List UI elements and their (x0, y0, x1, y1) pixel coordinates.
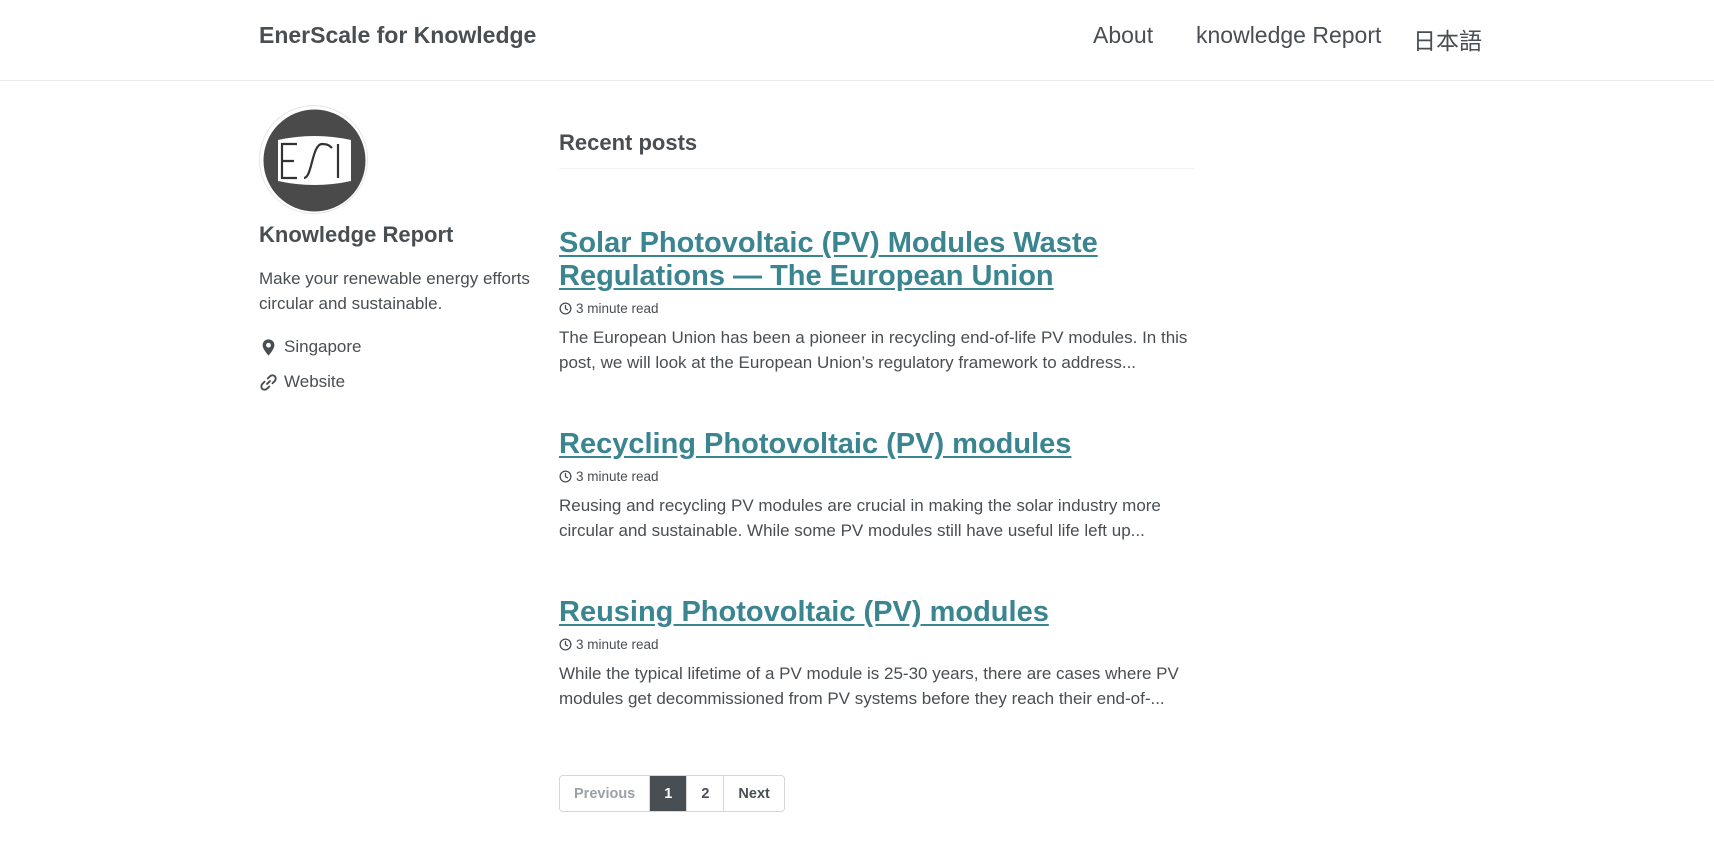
clock-icon (559, 638, 572, 651)
post-title-link[interactable]: Solar Photovoltaic (PV) Modules Waste Re… (559, 227, 1195, 293)
map-marker-icon (262, 338, 275, 356)
link-icon (260, 373, 277, 391)
read-time: 3 minute read (576, 469, 659, 484)
post-title-link[interactable]: Recycling Photovoltaic (PV) modules (559, 428, 1195, 461)
read-time: 3 minute read (576, 301, 659, 316)
site-title-link[interactable]: EnerScale for Knowledge (259, 22, 536, 49)
post-excerpt: While the typical lifetime of a PV modul… (559, 664, 1179, 708)
page-2-button[interactable]: 2 (687, 776, 725, 811)
nav-about[interactable]: About (1093, 22, 1153, 49)
post-excerpt: Reusing and recycling PV modules are cru… (559, 496, 1161, 540)
author-bio: Make your renewable energy efforts circu… (259, 269, 530, 313)
pagination: Previous 1 2 Next (559, 775, 785, 812)
masthead: EnerScale for Knowledge About knowledge … (0, 0, 1714, 81)
next-page-button[interactable]: Next (724, 776, 784, 811)
post-item: Solar Photovoltaic (PV) Modules Waste Re… (559, 227, 1195, 375)
avatar (259, 105, 368, 214)
section-title: Recent posts (559, 130, 1195, 169)
author-location: Singapore (259, 337, 362, 357)
read-time: 3 minute read (576, 637, 659, 652)
nav-japanese[interactable]: 日本語 (1413, 22, 1482, 56)
nav-knowledge-report[interactable]: knowledge Report (1196, 22, 1381, 49)
location-text: Singapore (284, 337, 362, 356)
author-website[interactable]: Website (259, 372, 345, 392)
clock-icon (559, 302, 572, 315)
page-1-button[interactable]: 1 (650, 776, 688, 811)
clock-icon (559, 470, 572, 483)
post-meta: 3 minute read (559, 637, 1195, 652)
post-item: Reusing Photovoltaic (PV) modules 3 minu… (559, 596, 1195, 711)
post-title-link[interactable]: Reusing Photovoltaic (PV) modules (559, 596, 1195, 629)
post-meta: 3 minute read (559, 301, 1195, 316)
author-name: Knowledge Report (259, 222, 454, 247)
previous-page-button: Previous (560, 776, 651, 811)
website-link[interactable]: Website (284, 372, 345, 392)
post-meta: 3 minute read (559, 469, 1195, 484)
post-excerpt: The European Union has been a pioneer in… (559, 328, 1188, 372)
post-item: Recycling Photovoltaic (PV) modules 3 mi… (559, 428, 1195, 543)
enerscale-logo (263, 109, 366, 212)
